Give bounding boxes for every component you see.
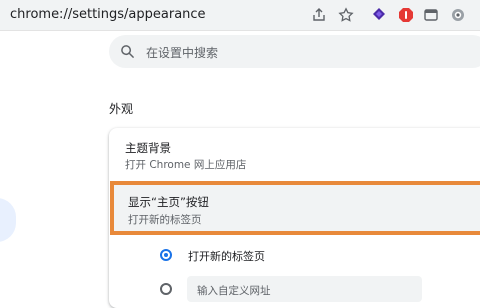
theme-title[interactable]: 主题背景: [125, 140, 171, 156]
address-bar-url[interactable]: chrome://settings/appearance: [10, 7, 206, 22]
custom-url-input[interactable]: 输入自定义网址: [187, 276, 422, 302]
star-icon[interactable]: [336, 5, 356, 25]
settings-search[interactable]: 在设置中搜索: [109, 35, 480, 68]
extension-purple-icon[interactable]: [369, 5, 389, 25]
theme-subtitle: 打开 Chrome 网上应用店: [125, 159, 247, 171]
section-title: 外观: [109, 102, 134, 116]
home-button-subtitle: 打开新的标签页: [128, 214, 202, 226]
custom-url-placeholder: 输入自定义网址: [197, 285, 271, 297]
search-input[interactable]: 在设置中搜索: [146, 44, 218, 61]
radio-new-tab-label: 打开新的标签页: [188, 250, 265, 263]
adblock-red-icon[interactable]: [396, 5, 416, 25]
radio-custom-url[interactable]: [160, 283, 172, 295]
tab-icon[interactable]: [421, 5, 441, 25]
home-button-title: 显示“主页”按钮: [128, 195, 209, 209]
side-panel-edge: [0, 198, 16, 242]
home-button-setting[interactable]: 显示“主页”按钮 打开新的标签页: [110, 181, 480, 235]
radio-new-tab[interactable]: [160, 249, 172, 261]
share-icon[interactable]: [309, 5, 329, 25]
search-icon: [121, 45, 134, 58]
browser-toolbar: chrome://settings/appearance: [0, 0, 480, 31]
extension-gear-icon[interactable]: [448, 5, 468, 25]
